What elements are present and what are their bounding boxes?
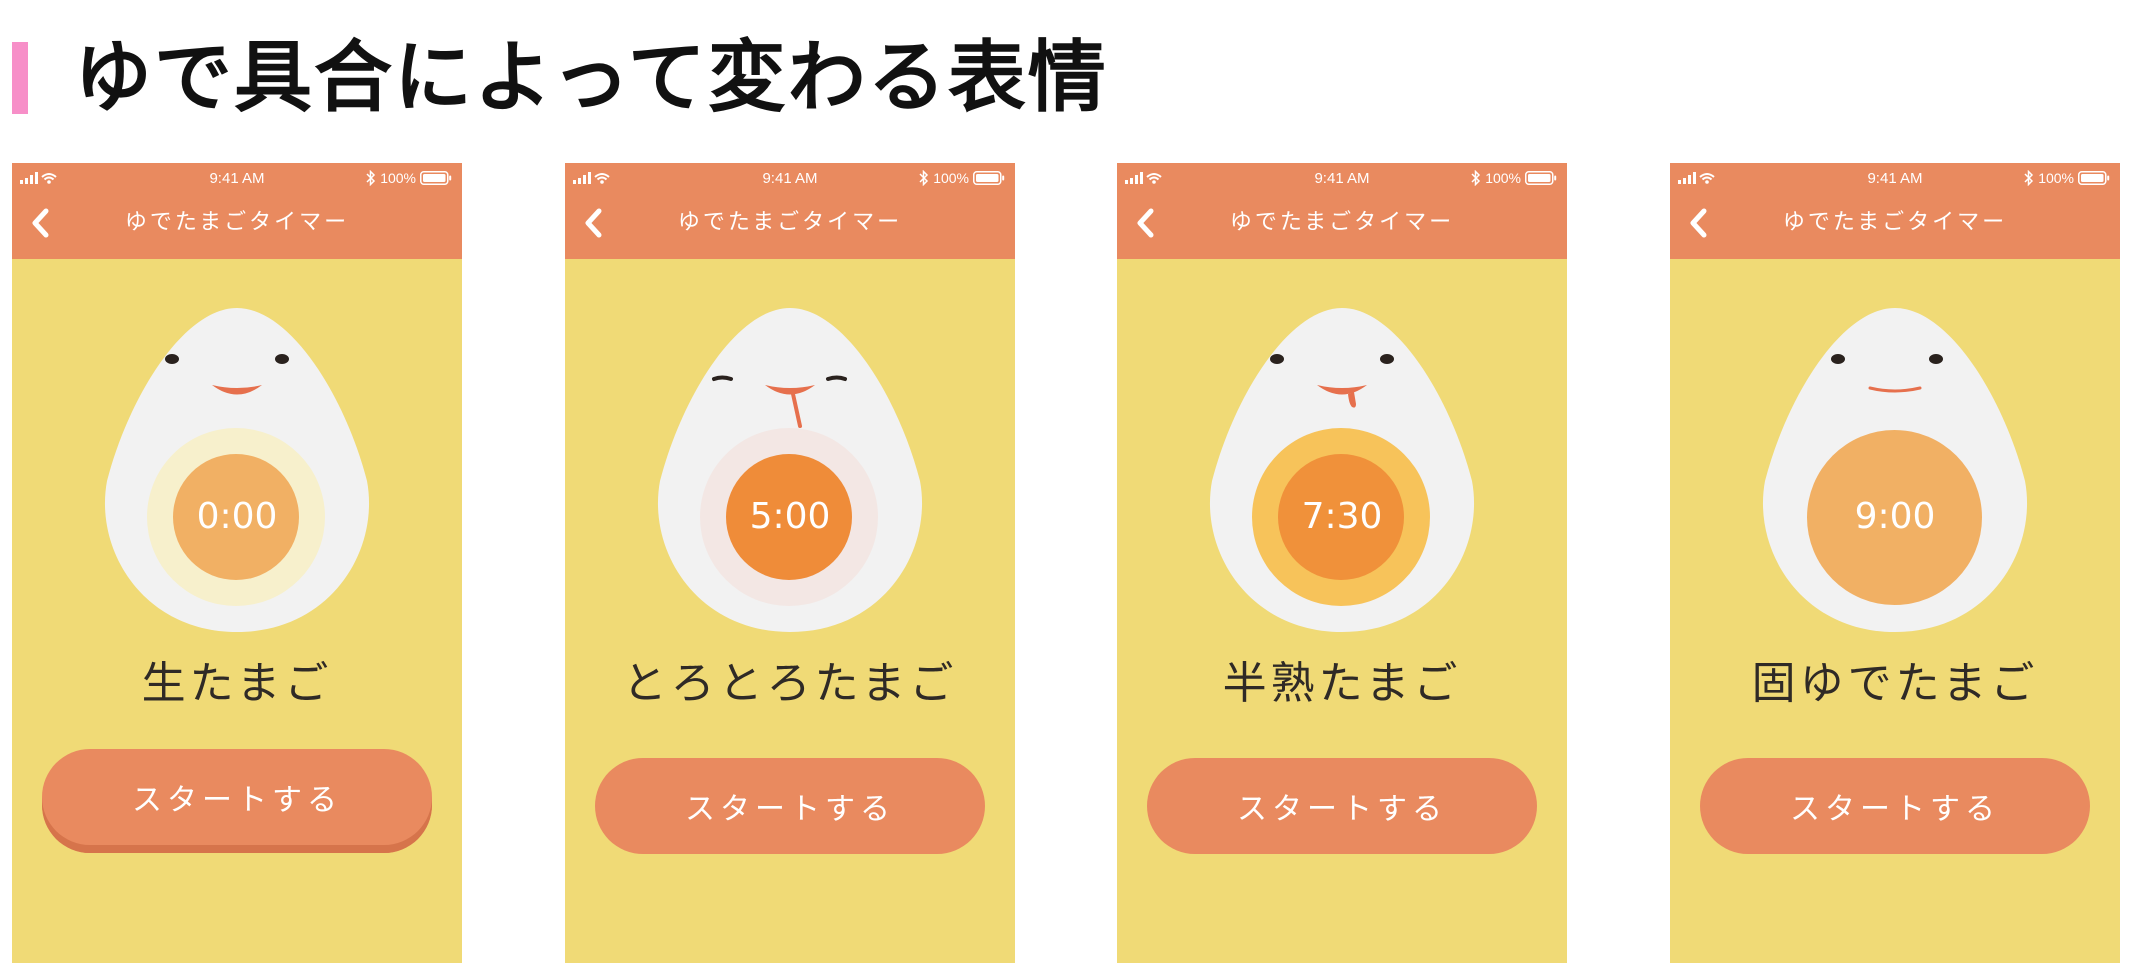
eye-left-icon: [165, 354, 179, 364]
eye-right-icon: [1929, 354, 1943, 364]
egg-doneness-label: 固ゆでたまご: [1751, 658, 2039, 709]
egg-doneness-label: 生たまご: [141, 658, 333, 709]
timer-display: 0:00: [196, 496, 278, 537]
egg-illustration: 5:00: [657, 306, 923, 632]
battery-percent: 100%: [2038, 170, 2074, 186]
timer-display: 9:00: [1854, 496, 1936, 537]
status-bar: 9:41 AM 100%: [12, 163, 462, 193]
timer-display: 7:30: [1301, 496, 1383, 537]
eye-right-icon: [826, 375, 847, 381]
status-bar: 9:41 AM 100%: [1117, 163, 1567, 193]
bluetooth-icon: [366, 170, 376, 186]
phone-body: 0:00 生たまご スタートする: [12, 259, 462, 963]
battery-icon: [973, 171, 1005, 185]
timer-display: 5:00: [749, 496, 831, 537]
egg-illustration: 9:00: [1762, 306, 2028, 632]
phone-header: 9:41 AM 100% ゆでたまごタイマー: [1117, 163, 1567, 259]
battery-percent: 100%: [933, 170, 969, 186]
egg-doneness-label: とろとろたまご: [622, 658, 958, 709]
status-bar: 9:41 AM 100%: [1670, 163, 2120, 193]
start-button[interactable]: スタートする: [1147, 758, 1537, 854]
egg-doneness-label: 半熟たまご: [1222, 658, 1462, 709]
nav-title: ゆでたまごタイマー: [124, 210, 350, 235]
phone-screen-hard-boiled: 9:41 AM 100% ゆでたまごタイマー 9:00 固ゆでたまご スタートす…: [1670, 163, 2120, 963]
nav-title: ゆでたまごタイマー: [1229, 210, 1455, 235]
status-bar: 9:41 AM 100%: [565, 163, 1015, 193]
phone-header: 9:41 AM 100% ゆでたまごタイマー: [565, 163, 1015, 259]
status-right: 100%: [366, 170, 452, 186]
start-button[interactable]: スタートする: [42, 749, 432, 853]
page-title: ゆで具合によって変わる表情: [74, 33, 1108, 123]
phone-body: 7:30 半熟たまご スタートする: [1117, 259, 1567, 963]
start-button[interactable]: スタートする: [1700, 758, 2090, 854]
nav-title: ゆでたまごタイマー: [1782, 210, 2008, 235]
bluetooth-icon: [1471, 170, 1481, 186]
eye-right-icon: [275, 354, 289, 364]
start-button[interactable]: スタートする: [595, 758, 985, 854]
eye-left-icon: [1270, 354, 1284, 364]
eye-left-icon: [712, 375, 733, 381]
battery-percent: 100%: [1485, 170, 1521, 186]
phone-screen-raw: 9:41 AM 100% ゆでたまごタイマー 0:00 生たまご スタートする: [12, 163, 462, 963]
battery-icon: [2078, 171, 2110, 185]
battery-percent: 100%: [380, 170, 416, 186]
page-header: ゆで具合によって変わる表情: [12, 28, 1108, 128]
phone-screen-soft-boiled: 9:41 AM 100% ゆでたまごタイマー 7:30 半熟たまご スタートする: [1117, 163, 1567, 963]
eye-left-icon: [1831, 354, 1845, 364]
phone-header: 9:41 AM 100% ゆでたまごタイマー: [12, 163, 462, 259]
status-right: 100%: [919, 170, 1005, 186]
egg-illustration: 7:30: [1209, 306, 1475, 632]
egg-illustration: 0:00: [104, 306, 370, 632]
battery-icon: [1525, 171, 1557, 185]
eye-right-icon: [1380, 354, 1394, 364]
title-accent-bar: [12, 42, 28, 114]
status-right: 100%: [2024, 170, 2110, 186]
phone-body: 9:00 固ゆでたまご スタートする: [1670, 259, 2120, 963]
phone-body: 5:00 とろとろたまご スタートする: [565, 259, 1015, 963]
status-right: 100%: [1471, 170, 1557, 186]
bluetooth-icon: [2024, 170, 2034, 186]
phone-screen-runny: 9:41 AM 100% ゆでたまごタイマー 5:00 とろとろたまご スタート…: [565, 163, 1015, 963]
bluetooth-icon: [919, 170, 929, 186]
phone-header: 9:41 AM 100% ゆでたまごタイマー: [1670, 163, 2120, 259]
battery-icon: [420, 171, 452, 185]
nav-title: ゆでたまごタイマー: [677, 210, 903, 235]
